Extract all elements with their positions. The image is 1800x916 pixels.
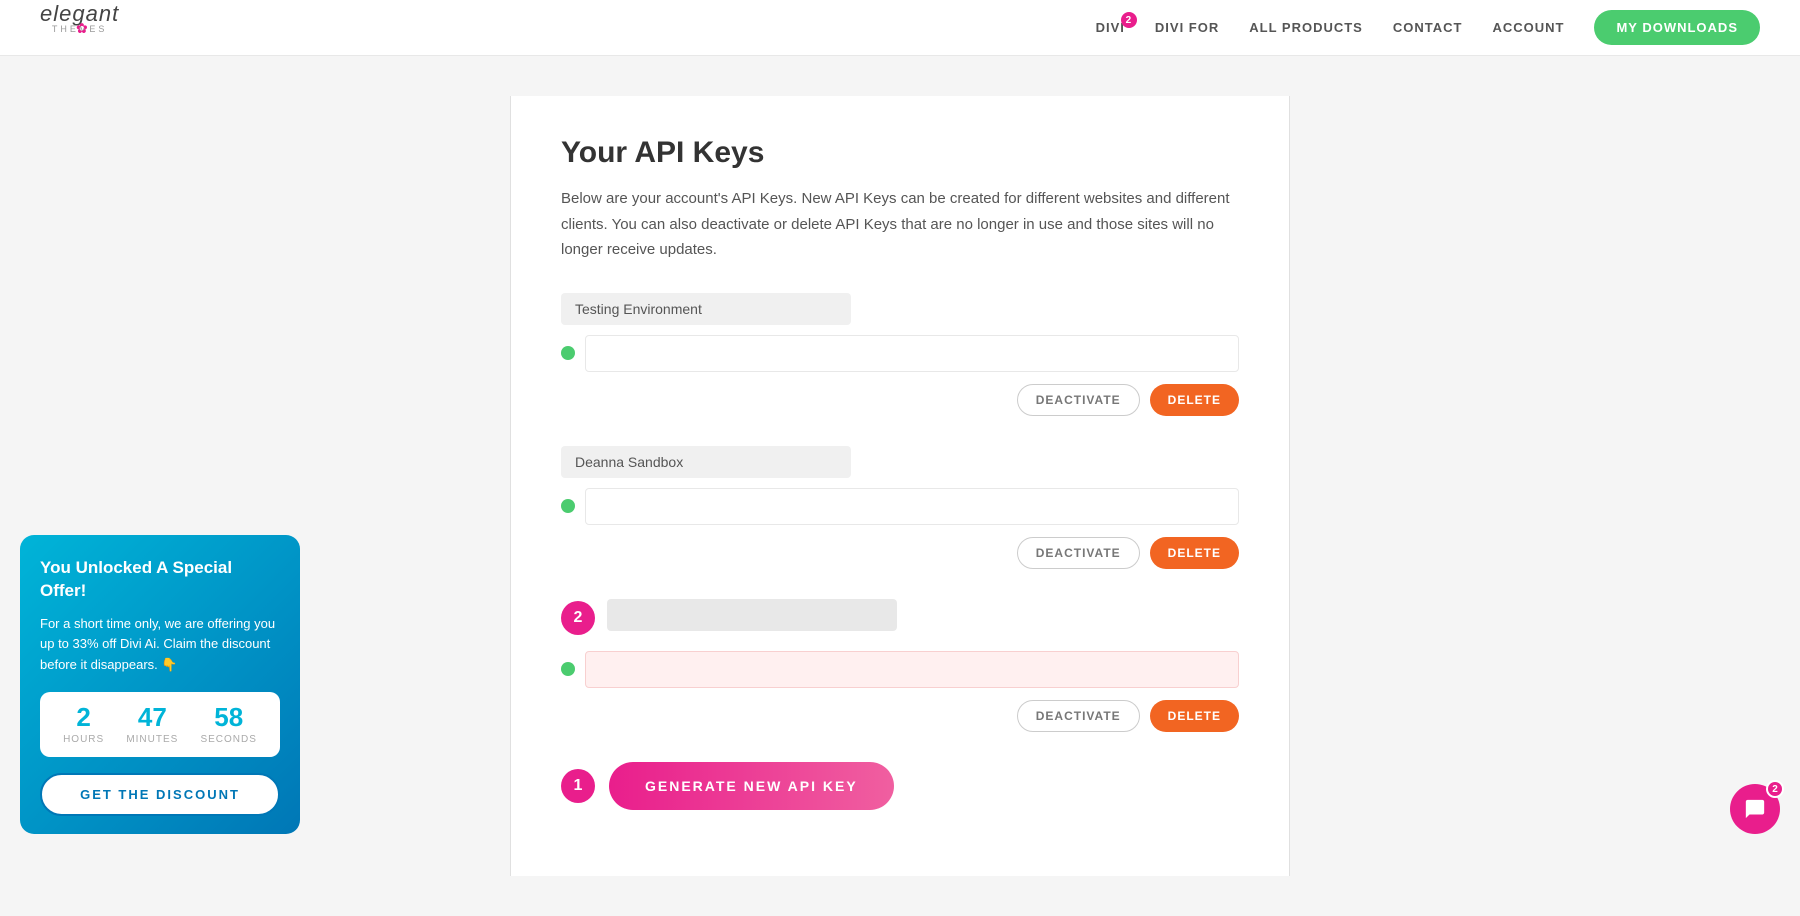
- step-1-badge: 1: [561, 769, 595, 803]
- api-actions-2: DEACTIVATE DELETE: [561, 537, 1239, 569]
- deactivate-button-1[interactable]: DEACTIVATE: [1017, 384, 1140, 416]
- api-key-input-2[interactable]: [585, 488, 1239, 525]
- get-discount-button[interactable]: GET THE DISCOUNT: [40, 773, 280, 816]
- api-entry-2: DEACTIVATE DELETE: [561, 446, 1239, 569]
- site-header: elegant themes ✿ DIVI 2 DIVI FOR ALL PRO…: [0, 0, 1800, 56]
- api-key-input-1[interactable]: [585, 335, 1239, 372]
- seconds-label: SECONDS: [200, 734, 256, 745]
- active-indicator-1: [561, 346, 575, 360]
- hours-label: HOURS: [63, 734, 104, 745]
- api-key-input-3[interactable]: [585, 651, 1239, 688]
- main-nav: DIVI 2 DIVI FOR ALL PRODUCTS CONTACT ACC…: [1096, 10, 1760, 45]
- chat-icon: [1744, 798, 1766, 820]
- seconds-value: 58: [200, 704, 256, 730]
- nav-divi-for[interactable]: DIVI FOR: [1155, 20, 1219, 35]
- step-2-badge: 2: [561, 601, 595, 635]
- api-entry-3: 2 DEACTIVATE DELETE: [561, 599, 1239, 732]
- api-actions-3: DEACTIVATE DELETE: [561, 700, 1239, 732]
- nav-all-products[interactable]: ALL PRODUCTS: [1249, 20, 1363, 35]
- delete-button-2[interactable]: DELETE: [1150, 537, 1239, 569]
- promo-timer: 2 HOURS 47 MINUTES 58 SECONDS: [40, 692, 280, 757]
- nav-contact[interactable]: CONTACT: [1393, 20, 1463, 35]
- deactivate-button-3[interactable]: DEACTIVATE: [1017, 700, 1140, 732]
- logo-flower-icon: ✿: [76, 20, 88, 36]
- api-key-row-2: [561, 488, 1239, 525]
- api-name-field-3[interactable]: [607, 599, 897, 631]
- active-indicator-2: [561, 499, 575, 513]
- minutes-block: 47 MINUTES: [126, 704, 178, 745]
- content-area: Your API Keys Below are your account's A…: [510, 96, 1290, 876]
- generate-section: 1 GENERATE NEW API KEY: [561, 762, 1239, 810]
- api-name-field-2[interactable]: [561, 446, 851, 478]
- chat-widget[interactable]: 2: [1730, 784, 1780, 834]
- divi-badge: 2: [1121, 12, 1137, 28]
- deactivate-button-2[interactable]: DEACTIVATE: [1017, 537, 1140, 569]
- api-actions-1: DEACTIVATE DELETE: [561, 384, 1239, 416]
- promo-title: You Unlocked A Special Offer!: [40, 557, 280, 601]
- active-indicator-3: [561, 662, 575, 676]
- logo[interactable]: elegant themes ✿: [40, 3, 119, 52]
- hours-value: 2: [63, 704, 104, 730]
- api-name-field-1[interactable]: [561, 293, 851, 325]
- nav-divi[interactable]: DIVI 2: [1096, 20, 1125, 35]
- my-downloads-button[interactable]: MY DOWNLOADS: [1594, 10, 1760, 45]
- delete-button-3[interactable]: DELETE: [1150, 700, 1239, 732]
- page-description: Below are your account's API Keys. New A…: [561, 186, 1239, 263]
- delete-button-1[interactable]: DELETE: [1150, 384, 1239, 416]
- minutes-label: MINUTES: [126, 734, 178, 745]
- promo-widget: You Unlocked A Special Offer! For a shor…: [20, 535, 300, 834]
- api-key-row-3: [561, 651, 1239, 688]
- nav-account[interactable]: ACCOUNT: [1492, 20, 1564, 35]
- minutes-value: 47: [126, 704, 178, 730]
- hours-block: 2 HOURS: [63, 704, 104, 745]
- promo-body: For a short time only, we are offering y…: [40, 614, 280, 676]
- chat-badge: 2: [1766, 780, 1784, 798]
- seconds-block: 58 SECONDS: [200, 704, 256, 745]
- generate-api-key-button[interactable]: GENERATE NEW API KEY: [609, 762, 894, 810]
- page-title: Your API Keys: [561, 136, 1239, 170]
- api-key-row-1: [561, 335, 1239, 372]
- api-entry-1: DEACTIVATE DELETE: [561, 293, 1239, 416]
